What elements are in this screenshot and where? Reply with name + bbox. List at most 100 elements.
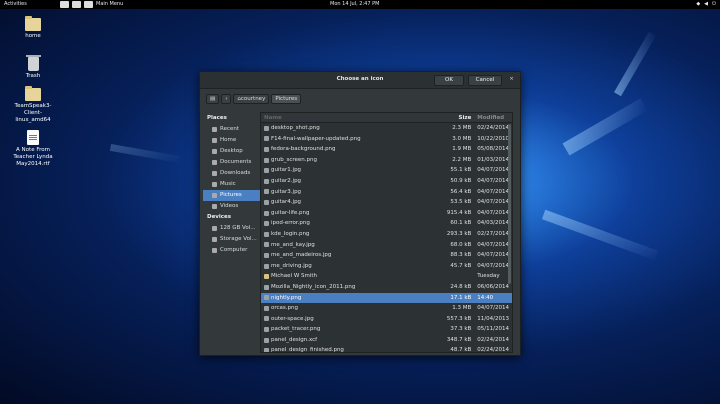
wallpaper-shard xyxy=(614,31,656,97)
sidebar-item-pictures[interactable]: Pictures xyxy=(203,190,261,201)
file-row[interactable]: me_and_kay.jpg 68.0 kB 04/07/2014 xyxy=(261,240,512,251)
folder-icon xyxy=(25,16,41,31)
desktop-icon-label: home xyxy=(25,33,41,39)
file-size: 1.3 MB xyxy=(452,305,472,312)
file-modified: Tuesday xyxy=(477,273,500,280)
wallpaper-shard xyxy=(109,143,181,164)
image-file-icon xyxy=(264,327,269,333)
column-name[interactable]: Name xyxy=(261,113,445,122)
file-size: 348.7 kB xyxy=(446,336,472,343)
file-row[interactable]: nightly.png 17.1 kB 14:40 xyxy=(261,292,512,304)
column-size[interactable]: Size xyxy=(445,113,475,122)
file-row[interactable]: packet_tracer.png 37.3 kB 05/11/2014 xyxy=(261,324,512,335)
clock-icon xyxy=(212,127,217,132)
file-name: guitar4.jpg xyxy=(271,199,302,206)
image-file-icon xyxy=(264,316,269,322)
file-row[interactable]: panel_design.xcf 348.7 kB 02/24/2014 xyxy=(261,335,512,346)
file-name: orcas.png xyxy=(271,305,298,312)
file-name: packet_tracer.png xyxy=(271,326,321,333)
document-icon xyxy=(27,130,39,145)
file-name: kde_login.png xyxy=(271,230,310,237)
file-name: guitar3.jpg xyxy=(271,188,302,195)
path-back-button[interactable]: ‹ xyxy=(221,94,232,104)
sidebar-item-volume-128gb[interactable]: 128 GB Vol... xyxy=(203,223,261,234)
dialog-titlebar[interactable]: Choose an icon OK Cancel × xyxy=(200,72,520,89)
file-list-header: Name Size Modified xyxy=(261,113,512,123)
file-name: panel_design.xcf xyxy=(271,336,318,343)
power-icon[interactable]: ⏻ xyxy=(712,0,716,9)
music-icon xyxy=(212,182,217,187)
path-segment-pictures[interactable]: Pictures xyxy=(271,94,302,104)
activities-button[interactable]: Activities xyxy=(4,0,27,9)
volume-icon[interactable]: ◀ xyxy=(704,0,708,9)
file-row[interactable]: Mozilla_Nightly_icon_2011.png 24.8 kB 06/0… xyxy=(261,282,512,293)
sidebar-item-desktop[interactable]: Desktop xyxy=(203,146,261,157)
file-row[interactable]: me_driving.jpg 45.7 kB 04/07/2014 xyxy=(261,261,512,272)
sidebar-item-downloads[interactable]: Downloads xyxy=(203,168,261,179)
devices-header: Devices xyxy=(207,214,232,220)
ok-button[interactable]: OK xyxy=(434,75,464,86)
path-bar: ▤ ‹ ⌂courtney Pictures xyxy=(206,94,302,104)
image-file-icon xyxy=(264,210,269,216)
image-file-icon xyxy=(264,295,269,301)
sidebar-item-home[interactable]: Home xyxy=(203,135,261,146)
drive-icon xyxy=(212,237,217,242)
file-modified: 04/07/2014 xyxy=(477,167,509,174)
desktop-icon-teamspeak[interactable]: TeamSpeak3-Client-linux_amd64 xyxy=(3,86,63,124)
file-row[interactable]: ipod-error.png 60.1 kB 04/03/2014 xyxy=(261,218,512,229)
choose-icon-dialog: Choose an icon OK Cancel × ▤ ‹ ⌂courtney… xyxy=(199,71,521,356)
file-list[interactable]: Name Size Modified desktop_shot.png 2.3 M… xyxy=(260,112,513,353)
sidebar-item-recent[interactable]: Recent xyxy=(203,124,261,135)
file-row[interactable]: outer-space.jpg 557.3 kB 11/04/2013 xyxy=(261,314,512,325)
file-row[interactable]: guitar1.jpg 55.1 kB 04/07/2014 xyxy=(261,165,512,176)
file-row[interactable]: guitar4.jpg 53.5 kB 04/07/2014 xyxy=(261,197,512,208)
file-size: 60.1 kB xyxy=(450,220,472,227)
column-modified[interactable]: Modified xyxy=(474,113,512,122)
file-row[interactable]: panel_design_finished.png 48.7 kB 02/24/20… xyxy=(261,345,512,353)
file-modified: 05/08/2014 xyxy=(477,146,509,153)
wallpaper-shard xyxy=(541,209,659,261)
file-modified: 05/11/2014 xyxy=(477,326,509,333)
file-row[interactable]: orcas.png 1.3 MB 04/07/2014 xyxy=(261,303,512,314)
edit-location-button[interactable]: ▤ xyxy=(206,94,220,104)
file-row[interactable]: F14-final-wallpaper-updated.png 3.0 MB 10/… xyxy=(261,134,512,145)
sidebar-item-documents[interactable]: Documents xyxy=(203,157,261,168)
sidebar-item-computer[interactable]: Computer xyxy=(203,245,261,256)
desktop-icon-trash[interactable]: Trash xyxy=(3,55,63,80)
file-row[interactable]: fedora-background.png 1.9 MB 05/08/2014 xyxy=(261,144,512,155)
file-row[interactable]: grub_screen.png 2.2 MB 01/03/2014 xyxy=(261,155,512,166)
system-tray[interactable]: ◆ ◀ ⏻ xyxy=(696,0,716,9)
network-icon[interactable]: ◆ xyxy=(696,0,700,9)
image-file-icon xyxy=(264,284,269,290)
folder-icon xyxy=(212,160,217,165)
file-size: 293.3 kB xyxy=(446,230,472,237)
file-row[interactable]: guitar2.jpg 50.9 kB 04/07/2014 xyxy=(261,176,512,187)
file-size: 3.0 MB xyxy=(452,135,472,142)
file-modified: 04/07/2014 xyxy=(477,305,509,312)
scrollbar[interactable] xyxy=(508,124,511,284)
file-row[interactable]: guitar-life.png 915.4 kB 04/07/2014 xyxy=(261,208,512,219)
file-row[interactable]: kde_login.png 293.3 kB 02/27/2014 xyxy=(261,229,512,240)
file-name: guitar2.jpg xyxy=(271,177,302,184)
path-segment-courtney[interactable]: ⌂courtney xyxy=(233,94,270,104)
desktop-icon-home[interactable]: home xyxy=(3,16,63,40)
cancel-button[interactable]: Cancel xyxy=(468,75,502,86)
file-name: ipod-error.png xyxy=(271,220,310,227)
sidebar-item-music[interactable]: Music xyxy=(203,179,261,190)
close-icon[interactable]: × xyxy=(506,75,517,86)
window-icon xyxy=(84,1,93,8)
clock[interactable]: Mon 14 Jul, 2:47 PM xyxy=(330,0,379,9)
sidebar-item-storage-volume[interactable]: Storage Vol... xyxy=(203,234,261,245)
desktop-icon-note[interactable]: A Note From Teacher Lynda May2014.rtf xyxy=(3,130,63,168)
file-row[interactable]: me_and_madeiros.jpg 88.3 kB 04/07/2014 xyxy=(261,250,512,261)
file-size: 2.3 MB xyxy=(452,125,472,131)
file-row[interactable]: desktop_shot.png 2.3 MB 02/24/2014 xyxy=(261,123,512,134)
main-menu-button[interactable]: Main Menu xyxy=(60,0,123,9)
desktop-icon-label: Trash xyxy=(25,73,41,79)
file-modified: 04/07/2014 xyxy=(477,241,509,248)
file-modified: 02/24/2014 xyxy=(477,347,509,353)
image-file-icon xyxy=(264,305,269,311)
sidebar-item-videos[interactable]: Videos xyxy=(203,201,261,212)
file-row[interactable]: guitar3.jpg 56.4 kB 04/07/2014 xyxy=(261,187,512,198)
file-row[interactable]: Michael W Smith Tuesday xyxy=(261,271,512,282)
